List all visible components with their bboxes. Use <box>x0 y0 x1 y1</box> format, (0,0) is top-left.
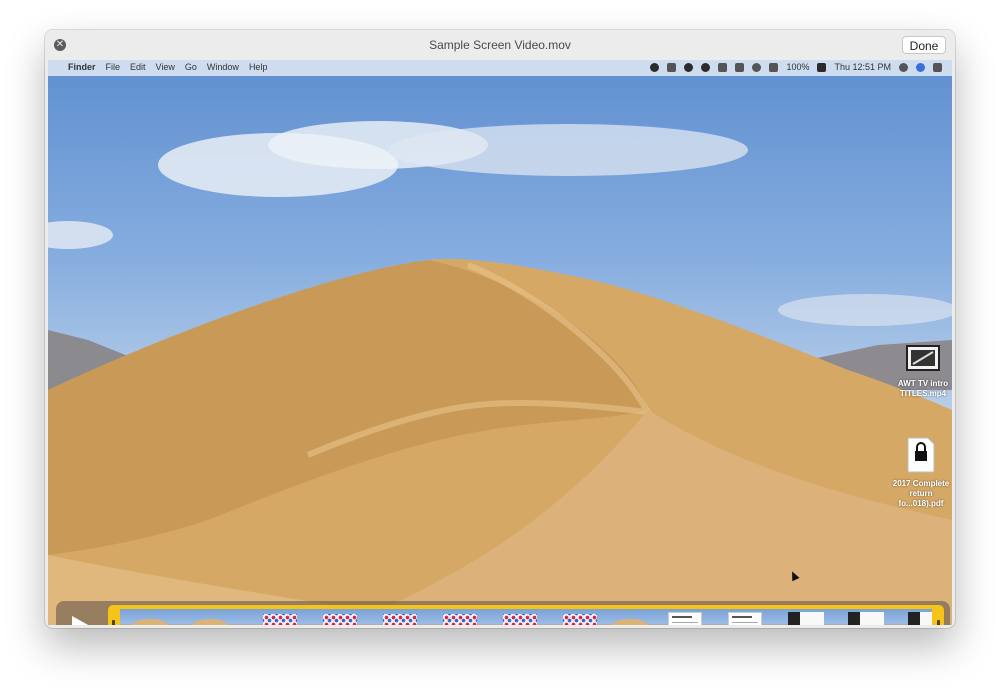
quicklook-window: ✕ Sample Screen Video.mov Done Finder Fi… <box>45 30 955 628</box>
1password-icon[interactable] <box>684 62 694 72</box>
location-icon[interactable] <box>718 62 728 72</box>
filmstrip[interactable] <box>120 609 932 625</box>
filmstrip-frame <box>480 609 540 625</box>
window-title: Sample Screen Video.mov <box>429 38 571 52</box>
filmstrip-frame <box>600 609 660 625</box>
volume-icon[interactable] <box>769 62 779 72</box>
menu-clock[interactable]: Thu 12:51 PM <box>834 62 891 72</box>
filmstrip-frame <box>240 609 300 625</box>
filmstrip-frame <box>360 609 420 625</box>
locked-pdf-icon <box>907 437 935 473</box>
filmstrip-frame <box>300 609 360 625</box>
record-icon[interactable] <box>650 62 660 72</box>
filmstrip-frame <box>120 609 180 625</box>
camera-icon[interactable] <box>701 62 711 72</box>
filmstrip-frame <box>540 609 600 625</box>
pointer-icon[interactable] <box>667 62 677 72</box>
battery-percent: 100% <box>786 62 810 72</box>
done-button[interactable]: Done <box>902 36 946 54</box>
trim-handle-left[interactable] <box>112 620 115 625</box>
siri-icon[interactable] <box>916 62 925 72</box>
trim-range[interactable] <box>108 605 944 625</box>
trim-controls <box>56 601 950 625</box>
list-icon[interactable] <box>933 62 942 72</box>
menu-view[interactable]: View <box>156 62 175 72</box>
filmstrip-frame <box>780 609 840 625</box>
menu-help[interactable]: Help <box>249 62 268 72</box>
play-icon[interactable] <box>72 616 90 625</box>
airplay-icon[interactable] <box>735 62 745 72</box>
menu-edit[interactable]: Edit <box>130 62 146 72</box>
desktop-file-label: return fo...018).pdf <box>898 489 944 508</box>
desert-wallpaper <box>48 121 952 625</box>
filmstrip-frame <box>840 609 900 625</box>
desktop-file-pdf[interactable]: 2017 Complete return fo...018).pdf <box>886 436 952 509</box>
video-frame: Finder File Edit View Go Window Help 100… <box>48 60 952 625</box>
filmstrip-frame <box>420 609 480 625</box>
wifi-icon[interactable] <box>752 62 762 72</box>
desktop-file-label: AWT TV intro <box>897 379 949 388</box>
desktop-file-label: 2017 Complete <box>892 479 950 488</box>
video-file-icon <box>906 345 940 371</box>
trim-handle-right[interactable] <box>937 620 940 625</box>
menu-file[interactable]: File <box>106 62 121 72</box>
menu-finder[interactable]: Finder <box>68 62 96 72</box>
search-icon[interactable] <box>899 62 908 72</box>
desktop-file-video[interactable]: AWT TV intro TITLES.mp4 <box>888 344 952 399</box>
title-bar: ✕ Sample Screen Video.mov Done <box>45 30 955 60</box>
mac-menu-bar: Finder File Edit View Go Window Help 100… <box>48 60 952 76</box>
filmstrip-frame <box>900 609 932 625</box>
desktop-file-label: TITLES.mp4 <box>899 389 947 398</box>
filmstrip-frame <box>660 609 720 625</box>
battery-icon[interactable] <box>817 62 827 72</box>
filmstrip-frame <box>180 609 240 625</box>
menu-go[interactable]: Go <box>185 62 197 72</box>
menu-window[interactable]: Window <box>207 62 239 72</box>
filmstrip-frame <box>720 609 780 625</box>
